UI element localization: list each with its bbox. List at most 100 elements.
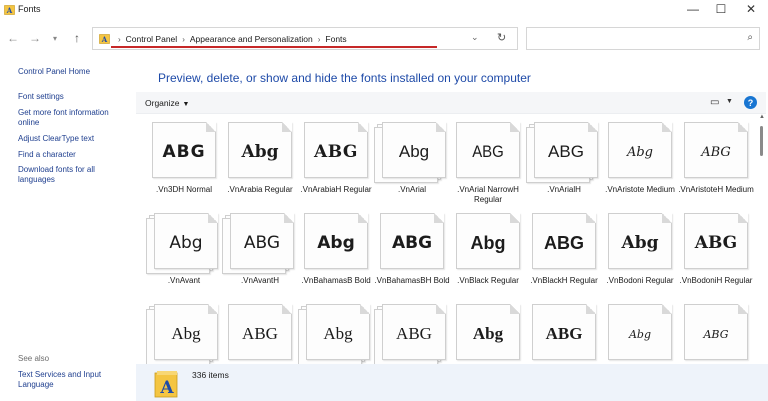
breadcrumb-control-panel[interactable]: Control Panel bbox=[126, 34, 178, 44]
text-services-link[interactable]: Text Services and Input Language bbox=[18, 370, 130, 390]
caret-down-icon: ▼ bbox=[182, 101, 190, 108]
arrow-right-icon: → bbox=[29, 31, 41, 45]
chevron-right-icon[interactable]: › bbox=[182, 35, 185, 44]
font-tile[interactable]: ABG .VnArialH bbox=[526, 122, 602, 212]
font-tile[interactable]: ABG .VnArabiaH Regular bbox=[298, 122, 374, 212]
fonts-folder-icon: A bbox=[4, 5, 15, 15]
font-preview-page: ABG bbox=[228, 304, 292, 360]
font-preview-page: Abg bbox=[154, 304, 218, 360]
font-tile[interactable]: Abg .VnArabia Regular bbox=[222, 122, 298, 212]
font-sample-text: ABG bbox=[243, 233, 281, 253]
font-tile[interactable]: Abg bbox=[602, 304, 678, 364]
font-tile[interactable]: Abg .VnBlack Regular bbox=[450, 213, 526, 303]
font-sample-text: Abg bbox=[241, 142, 279, 162]
view-dropdown-icon[interactable]: ▼ bbox=[726, 98, 733, 105]
font-name-label: .Vn3DH Normal bbox=[155, 185, 212, 194]
search-icon[interactable]: ⌕ bbox=[747, 32, 753, 43]
up-button[interactable]: ↑ bbox=[68, 29, 86, 47]
font-tile[interactable]: ABG bbox=[526, 304, 602, 364]
font-tile[interactable]: ABG bbox=[222, 304, 298, 364]
vertical-scrollbar[interactable]: ▲ bbox=[758, 114, 766, 364]
help-icon[interactable]: ? bbox=[744, 96, 757, 109]
refresh-icon[interactable]: ↻ bbox=[497, 31, 506, 44]
cleartype-link[interactable]: Adjust ClearType text bbox=[18, 134, 130, 144]
font-tile[interactable]: ABG .VnAristoteH Medium bbox=[678, 122, 754, 212]
details-pane: A 336 items bbox=[136, 364, 768, 401]
font-preview-page: ABG bbox=[684, 213, 748, 269]
font-preview-page: ABG bbox=[534, 122, 598, 178]
font-sample-text: Abg bbox=[621, 233, 659, 253]
search-input[interactable] bbox=[531, 31, 731, 46]
font-settings-link[interactable]: Font settings bbox=[18, 92, 130, 102]
address-bar[interactable]: A › Control Panel › Appearance and Perso… bbox=[92, 27, 518, 50]
font-sample-text: Abg bbox=[626, 144, 654, 160]
font-tile[interactable]: ABG .VnBlackH Regular bbox=[526, 213, 602, 303]
organize-button[interactable]: Organize ▼ bbox=[145, 98, 189, 108]
font-tile[interactable]: Abg bbox=[450, 304, 526, 364]
left-pane: Control Panel Home Font settings Get mor… bbox=[0, 56, 136, 401]
font-sample-text: ABG bbox=[396, 324, 432, 343]
font-sample-text: ABG bbox=[242, 324, 278, 343]
font-sample-text: Abg bbox=[323, 324, 353, 343]
breadcrumb-fonts[interactable]: Fonts bbox=[325, 34, 346, 44]
chevron-right-icon[interactable]: › bbox=[118, 35, 121, 44]
font-tile[interactable]: ABG bbox=[374, 304, 450, 364]
font-sample-text: ABG bbox=[694, 233, 738, 253]
font-name-label: .VnAvantH bbox=[240, 276, 280, 285]
view-icon[interactable]: ▭ bbox=[710, 97, 719, 108]
page-heading: Preview, delete, or show and hide the fo… bbox=[158, 71, 531, 85]
font-tile[interactable]: ABG .VnArial NarrowH Regular bbox=[450, 122, 526, 212]
font-preview-page: Abg bbox=[382, 122, 446, 178]
font-name-label: .VnBlackH Regular bbox=[530, 276, 598, 285]
font-sample-text: ABG bbox=[162, 142, 206, 162]
find-character-link[interactable]: Find a character bbox=[18, 150, 130, 160]
window-title: Fonts bbox=[18, 4, 41, 14]
maximize-button[interactable]: ☐ bbox=[704, 0, 738, 18]
chevron-right-icon[interactable]: › bbox=[318, 35, 321, 44]
font-preview-page: ABG bbox=[380, 213, 444, 269]
font-tile[interactable]: Abg .VnAvant bbox=[146, 213, 222, 303]
arrow-up-icon: ↑ bbox=[74, 31, 80, 45]
font-name-label: .VnBodoni Regular bbox=[606, 276, 674, 285]
font-name-label: .VnBahamasB Bold bbox=[301, 276, 371, 285]
svg-text:A: A bbox=[6, 6, 13, 15]
font-grid: ABG .Vn3DH Normal Abg .VnArabia Regular ABG.… bbox=[136, 114, 756, 364]
font-preview-page: Abg bbox=[456, 304, 520, 360]
close-button[interactable]: ✕ bbox=[734, 0, 768, 18]
font-sample-text: ABG bbox=[548, 142, 584, 161]
control-panel-home-link[interactable]: Control Panel Home bbox=[18, 67, 130, 77]
scrollbar-thumb[interactable] bbox=[760, 126, 763, 156]
font-preview-page: Abg bbox=[608, 304, 672, 360]
font-tile[interactable]: Abg .VnArial bbox=[374, 122, 450, 212]
breadcrumb-appearance[interactable]: Appearance and Personalization bbox=[190, 34, 313, 44]
font-sample-text: ABG bbox=[701, 144, 731, 160]
font-tile[interactable]: ABG .VnBahamasBH Bold bbox=[374, 213, 450, 303]
font-sample-text: Abg bbox=[317, 233, 355, 253]
font-tile[interactable]: Abg .VnBahamasB Bold bbox=[298, 213, 374, 303]
font-name-label: .VnBahamasBH Bold bbox=[374, 276, 450, 285]
font-preview-page: ABG bbox=[532, 213, 596, 269]
font-tile[interactable]: Abg .VnBodoni Regular bbox=[602, 213, 678, 303]
font-tile[interactable]: ABG .Vn3DH Normal bbox=[146, 122, 222, 212]
back-button[interactable]: ← bbox=[4, 29, 22, 47]
font-preview-page: ABG bbox=[230, 213, 294, 269]
recent-locations-button[interactable]: ▾ bbox=[46, 29, 64, 47]
download-fonts-link[interactable]: Download fonts for all languages bbox=[18, 165, 130, 185]
scroll-up-icon[interactable]: ▲ bbox=[759, 114, 765, 120]
font-tile[interactable]: Abg bbox=[146, 304, 222, 364]
font-tile[interactable]: Abg .VnAristote Medium bbox=[602, 122, 678, 212]
font-sample-text: ABG bbox=[391, 233, 433, 253]
more-font-info-link[interactable]: Get more font information online bbox=[18, 108, 130, 128]
search-box[interactable]: ⌕ bbox=[526, 27, 760, 50]
address-dropdown-icon[interactable]: ⌄ bbox=[471, 32, 479, 43]
font-name-label: .VnBodoniH Regular bbox=[679, 276, 753, 285]
font-tile[interactable]: Abg bbox=[298, 304, 374, 364]
forward-button[interactable]: → bbox=[26, 29, 44, 47]
font-preview-page: Abg bbox=[154, 213, 218, 269]
font-tile[interactable]: ABG bbox=[678, 304, 754, 364]
font-name-label: .VnAristote Medium bbox=[605, 185, 675, 194]
font-tile[interactable]: ABG .VnAvantH bbox=[222, 213, 298, 303]
chevron-down-icon: ▾ bbox=[52, 33, 57, 43]
breadcrumb: › Control Panel › Appearance and Persona… bbox=[113, 34, 347, 44]
font-tile[interactable]: ABG .VnBodoniH Regular bbox=[678, 213, 754, 303]
